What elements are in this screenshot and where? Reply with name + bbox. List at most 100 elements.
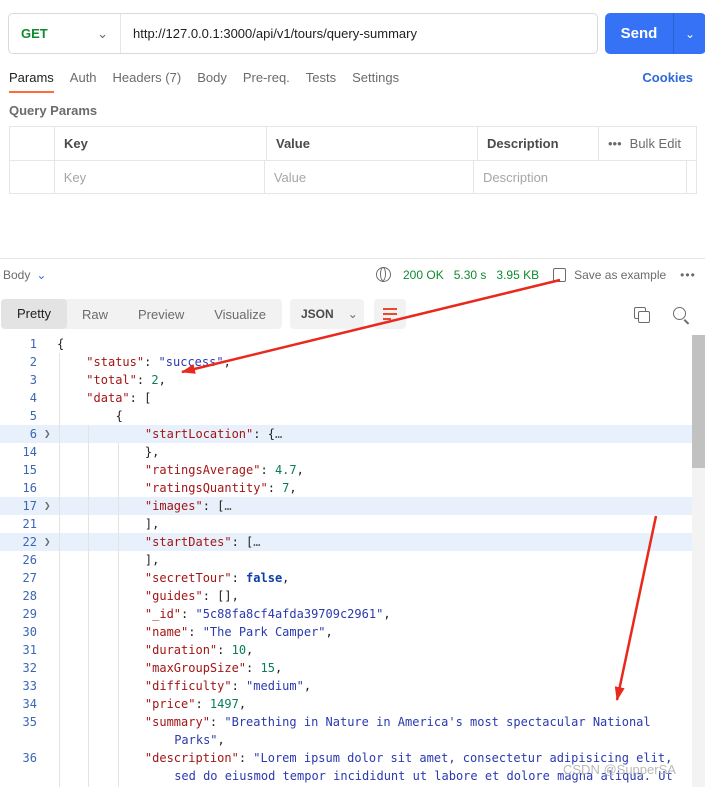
query-params-title: Query Params	[9, 103, 98, 118]
chevron-down-icon: ⌄	[347, 307, 358, 321]
response-body-select[interactable]: Body ⌄	[3, 268, 46, 282]
tab-tests[interactable]: Tests	[306, 70, 336, 93]
code-line: 30 "name": "The Park Camper",	[0, 623, 705, 641]
line-number: 22	[22, 535, 37, 549]
tab-headers[interactable]: Headers (7)	[113, 70, 182, 93]
panel-divider[interactable]	[0, 258, 705, 259]
value-input[interactable]: Value	[265, 161, 475, 193]
search-icon[interactable]	[673, 307, 686, 320]
code-line: 15 "ratingsAverage": 4.7,	[0, 461, 705, 479]
column-value: Value	[267, 127, 478, 160]
more-icon: •••	[608, 136, 622, 151]
send-button[interactable]: Send ⌄	[605, 13, 705, 54]
tab-visualize[interactable]: Visualize	[199, 307, 281, 322]
chevron-down-icon: ⌄	[36, 268, 47, 282]
checkbox-cell	[10, 161, 55, 193]
line-number: 28	[22, 589, 37, 603]
response-body-label: Body	[3, 268, 31, 282]
format-select[interactable]: JSON ⌄	[290, 299, 364, 329]
line-number: 27	[22, 571, 37, 585]
chevron-down-icon[interactable]: ⌄	[674, 27, 705, 41]
code-line: 1{	[0, 335, 705, 353]
method-select[interactable]: GET ⌄	[9, 14, 121, 53]
description-input[interactable]: Description	[474, 161, 688, 193]
code-line: 31 "duration": 10,	[0, 641, 705, 659]
chevron-right-icon[interactable]: ❯	[44, 497, 51, 515]
code-line: 33 "difficulty": "medium",	[0, 677, 705, 695]
tab-auth[interactable]: Auth	[70, 70, 97, 93]
response-meta: 200 OK 5.30 s 3.95 KB Save as example ••…	[376, 267, 696, 282]
code-line: 22 ❯ "startDates": […	[0, 533, 705, 551]
tab-params[interactable]: Params	[9, 70, 54, 93]
empty-cell	[687, 161, 696, 193]
line-number: 14	[22, 445, 37, 459]
code-line: 26],	[0, 551, 705, 569]
code-text: ],	[144, 517, 160, 531]
line-number: 16	[22, 481, 37, 495]
line-number: 36	[22, 751, 37, 765]
line-number: 2	[29, 355, 37, 369]
code-line: 17 ❯ "images": […	[0, 497, 705, 515]
cookies-link[interactable]: Cookies	[642, 70, 693, 85]
line-number: 33	[22, 679, 37, 693]
query-params-table: Key Value Description ••• Bulk Edit Key …	[9, 126, 697, 194]
wrap-lines-button[interactable]	[374, 299, 406, 329]
tab-settings[interactable]: Settings	[352, 70, 399, 93]
tab-pretty[interactable]: Pretty	[1, 299, 67, 329]
checkbox-column	[10, 127, 55, 160]
code-text: "price": 1497,	[144, 697, 247, 711]
key-input[interactable]: Key	[55, 161, 265, 193]
copy-icon[interactable]	[634, 307, 650, 323]
code-text: },	[144, 445, 160, 459]
code-line: 4 "data": [	[0, 389, 705, 407]
code-line: 14},	[0, 443, 705, 461]
response-size[interactable]: 3.95 KB	[496, 268, 539, 282]
chevron-right-icon[interactable]: ❯	[44, 533, 51, 551]
code-line: 28 "guides": [],	[0, 587, 705, 605]
chevron-down-icon: ⌄	[97, 26, 108, 41]
status-badge[interactable]: 200 OK	[403, 268, 444, 282]
globe-icon[interactable]	[376, 267, 391, 282]
watermark: CSDN @SupperSA	[563, 762, 676, 777]
code-text: ],	[144, 553, 160, 567]
line-number: 5	[29, 409, 37, 423]
tab-raw[interactable]: Raw	[67, 307, 123, 322]
code-text: Parks",	[174, 733, 225, 747]
url-input[interactable]: http://127.0.0.1:3000/api/v1/tours/query…	[121, 26, 417, 41]
table-header-row: Key Value Description ••• Bulk Edit	[10, 127, 696, 160]
save-icon[interactable]	[553, 267, 567, 282]
code-line: 5{	[0, 407, 705, 425]
code-line: 21],	[0, 515, 705, 533]
line-number: 30	[22, 625, 37, 639]
code-text: "_id": "5c88fa8cf4afda39709c2961",	[144, 607, 391, 621]
code-text: "name": "The Park Camper",	[144, 625, 333, 639]
code-text: "data": [	[86, 391, 152, 405]
code-text: "secretTour": false,	[144, 571, 290, 585]
code-line: 32 "maxGroupSize": 15,	[0, 659, 705, 677]
response-time[interactable]: 5.30 s	[454, 268, 487, 282]
table-row: Key Value Description	[10, 160, 696, 193]
code-line: 35 "summary": "Breathing in Nature in Ame…	[0, 713, 705, 731]
code-text: "images": […	[144, 499, 232, 513]
format-label: JSON	[301, 307, 334, 321]
tab-pre-request[interactable]: Pre-req.	[243, 70, 290, 93]
code-line: 3 "total": 2,	[0, 371, 705, 389]
scrollbar-thumb[interactable]	[692, 335, 705, 468]
code-text: "ratingsQuantity": 7,	[144, 481, 297, 495]
line-number: 4	[29, 391, 37, 405]
code-text: "status": "success",	[86, 355, 231, 369]
code-text: {	[57, 337, 65, 351]
indent-guide	[59, 353, 60, 787]
code-text: "startDates": […	[144, 535, 261, 549]
code-line: 29 "_id": "5c88fa8cf4afda39709c2961",	[0, 605, 705, 623]
bulk-edit-button[interactable]: ••• Bulk Edit	[599, 127, 696, 160]
save-as-example-button[interactable]: Save as example	[574, 268, 666, 282]
response-code-editor[interactable]: 1{ 2 "status": "success", 3 "total": 2, 4 "dat…	[0, 335, 705, 787]
code-text: "ratingsAverage": 4.7,	[144, 463, 304, 477]
code-text: "total": 2,	[86, 373, 166, 387]
chevron-right-icon[interactable]: ❯	[44, 425, 51, 443]
tab-body[interactable]: Body	[197, 70, 227, 93]
code-text: "duration": 10,	[144, 643, 254, 657]
more-icon[interactable]: •••	[680, 268, 696, 282]
tab-preview[interactable]: Preview	[123, 307, 199, 322]
